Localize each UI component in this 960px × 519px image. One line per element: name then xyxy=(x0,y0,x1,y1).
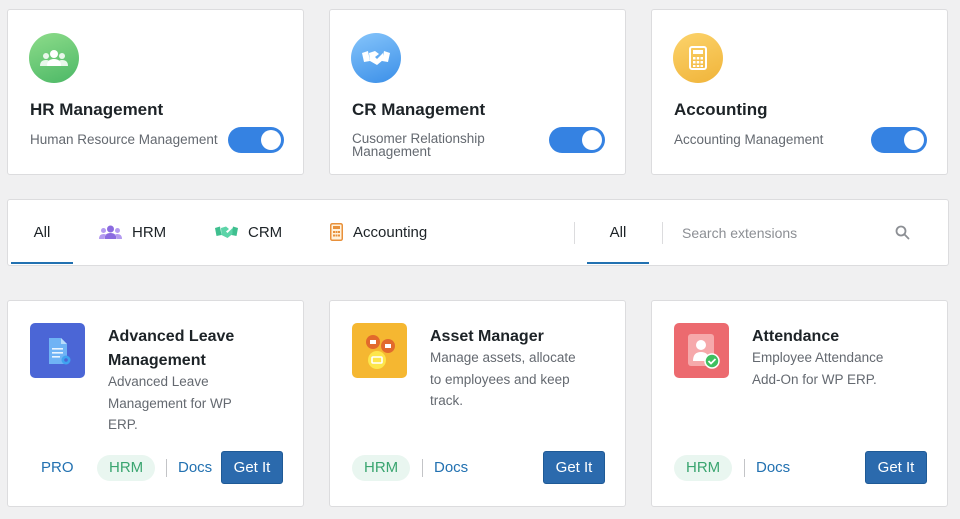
module-card-hr: HR Management Human Resource Management xyxy=(7,9,304,175)
extension-filter-bar: All HRM CRM Accounting All Search extens… xyxy=(7,199,949,266)
extension-footer: HRM Docs Get It xyxy=(652,451,947,485)
tab-label: Accounting xyxy=(353,223,428,241)
toggle-knob xyxy=(904,130,924,150)
calculator-icon xyxy=(330,223,343,241)
tab-accounting[interactable]: Accounting xyxy=(330,200,427,264)
users-icon xyxy=(99,225,122,239)
extension-title: Asset Manager xyxy=(430,328,544,345)
docs-link[interactable]: Docs xyxy=(178,459,212,476)
category-badge: HRM xyxy=(352,455,411,481)
divider xyxy=(662,222,663,244)
extension-title: Advanced Leave Management xyxy=(108,328,235,369)
divider xyxy=(574,222,575,244)
extension-footer: PRO HRM Docs Get It xyxy=(8,451,303,485)
get-it-button[interactable]: Get It xyxy=(221,451,283,484)
tab-label: All xyxy=(609,223,627,241)
tab-hrm[interactable]: HRM xyxy=(99,200,166,264)
tab-crm[interactable]: CRM xyxy=(215,200,282,264)
module-card-accounting: Accounting Accounting Management xyxy=(651,9,948,175)
tab-label: All xyxy=(33,223,51,241)
extension-footer: HRM Docs Get It xyxy=(330,451,625,485)
docs-link[interactable]: Docs xyxy=(434,459,468,476)
users-icon xyxy=(29,33,79,83)
extension-title: Attendance xyxy=(752,328,840,345)
extension-card-advanced-leave: Advanced Leave Management Advanced Leave… xyxy=(7,300,304,507)
hr-module-toggle[interactable] xyxy=(228,127,284,153)
attendance-icon xyxy=(674,323,729,378)
search-icon[interactable] xyxy=(895,225,910,240)
extension-description: Manage assets, allocate to employees and… xyxy=(430,350,576,408)
divider xyxy=(744,459,745,477)
pro-label[interactable]: PRO xyxy=(41,459,74,476)
toggle-knob xyxy=(261,130,281,150)
accounting-module-toggle[interactable] xyxy=(871,127,927,153)
get-it-button[interactable]: Get It xyxy=(543,451,605,484)
extension-card-asset-manager: Asset Manager Manage assets, allocate to… xyxy=(329,300,626,507)
get-it-button[interactable]: Get It xyxy=(865,451,927,484)
module-description: Human Resource Management xyxy=(30,132,218,147)
module-card-cr: CR Management Cusomer Relationship Manag… xyxy=(329,9,626,175)
docs-link[interactable]: Docs xyxy=(756,459,790,476)
category-badge: HRM xyxy=(97,455,156,481)
toggle-knob xyxy=(582,130,602,150)
divider xyxy=(422,459,423,477)
tab-label: CRM xyxy=(248,223,283,241)
cr-module-toggle[interactable] xyxy=(549,127,605,153)
module-title: Accounting xyxy=(674,100,768,119)
document-icon xyxy=(30,323,85,378)
module-description: Cusomer Relationship Management xyxy=(352,131,485,159)
module-title: HR Management xyxy=(30,100,164,119)
asset-icon xyxy=(352,323,407,378)
module-title: CR Management xyxy=(352,100,486,119)
divider xyxy=(166,459,167,477)
extension-description: Employee Attendance Add-On for WP ERP. xyxy=(752,350,884,387)
tab-all[interactable]: All xyxy=(11,200,73,264)
handshake-icon xyxy=(215,226,238,238)
tab-label: HRM xyxy=(132,223,167,241)
search-input[interactable] xyxy=(682,220,912,246)
category-badge: HRM xyxy=(674,455,733,481)
calculator-icon xyxy=(673,33,723,83)
extension-description: Advanced Leave Management for WP ERP. xyxy=(108,374,232,432)
module-description: Accounting Management xyxy=(674,132,824,147)
status-tab-all[interactable]: All xyxy=(587,200,649,264)
handshake-icon xyxy=(351,33,401,83)
extension-card-attendance: Attendance Employee Attendance Add-On fo… xyxy=(651,300,948,507)
